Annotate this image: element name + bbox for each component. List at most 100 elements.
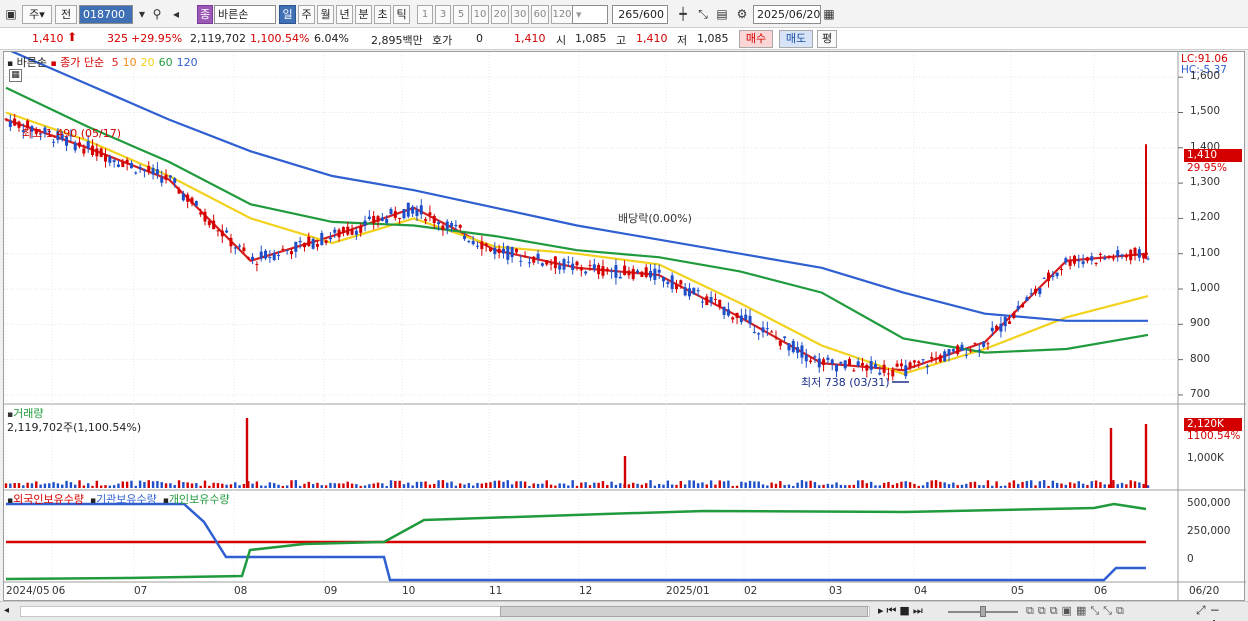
chart-tools-icon[interactable]: ⧉⧉⧉▣▦⤡⤡⧉ (1026, 604, 1128, 618)
sell-button[interactable]: 매도 (779, 30, 813, 48)
period-button-3[interactable]: 년 (336, 5, 353, 24)
candle-body (112, 160, 116, 162)
scope-button[interactable]: 전 (55, 5, 77, 24)
interval-button-6[interactable]: 60 (531, 5, 549, 24)
volume-bar (208, 485, 211, 488)
holdings-series-2[interactable]: 개인보유수량 (169, 493, 230, 506)
market-select[interactable]: 주▾ (22, 5, 52, 24)
legend-ma-4[interactable]: 120 (177, 56, 198, 69)
gear-icon[interactable]: ⚙ (733, 5, 751, 24)
candle-body (956, 345, 960, 354)
holdings-series-0[interactable]: 외국인보유수량 (13, 493, 84, 506)
candle-body (800, 345, 804, 358)
volume-bar (1142, 483, 1145, 488)
volume-bar (17, 483, 21, 488)
legend-ma-1[interactable]: 10 (123, 56, 137, 69)
legend-ma-2[interactable]: 20 (141, 56, 155, 69)
quote-bar: 1,410 ⬆ 325 +29.95% 2,119,702 1,100.54% … (0, 28, 1248, 50)
volume-bar (160, 482, 163, 488)
candle-body (216, 230, 220, 232)
holdings-series-1[interactable]: 기관보유수량 (96, 493, 157, 506)
interval-button-2[interactable]: 5 (453, 5, 469, 24)
stock-code-input[interactable]: 018700 (79, 5, 133, 24)
window-icon[interactable]: ▣ (2, 5, 20, 24)
calculator-icon[interactable]: ▦ (9, 69, 22, 82)
volume-bar (225, 484, 228, 488)
price-change: 325 (107, 32, 128, 45)
volume-bar (4, 483, 8, 488)
interval-input[interactable]: ▾ (572, 5, 608, 24)
volume-bar (692, 480, 695, 488)
playback-controls[interactable]: ▸⏮■⏭ (878, 604, 926, 618)
candle-body (1111, 258, 1115, 260)
scroll-left-icon[interactable]: ◂ (4, 605, 9, 616)
candle-body (212, 220, 216, 230)
period-button-0[interactable]: 일 (279, 5, 296, 24)
volume-bar (173, 484, 176, 488)
candle-body (458, 224, 462, 228)
candle-body (311, 238, 315, 249)
search-icon[interactable]: ⚲ (148, 5, 166, 24)
period-button-1[interactable]: 주 (298, 5, 315, 24)
candle-body (129, 162, 133, 169)
x-axis-label: 07 (134, 585, 148, 597)
volume-bar (657, 483, 661, 488)
chart-scrollbar[interactable]: ◂ ▸⏮■⏭ ⧉⧉⧉▣▦⤡⤡⧉ ⤢−+A (0, 601, 1248, 621)
volume-bar (56, 483, 60, 488)
candle-body (960, 344, 964, 351)
candle-body (428, 212, 432, 215)
x-axis-label: 12 (579, 585, 593, 597)
zoom-slider-handle[interactable] (980, 606, 986, 617)
speaker-icon[interactable]: ◂ (167, 5, 185, 24)
volume-bar (454, 485, 458, 488)
candle-body (415, 209, 419, 217)
period-button-4[interactable]: 분 (355, 5, 372, 24)
chart-area[interactable]: ▪ 바른손 ▪ 종가 단순 5 10 20 60 120 ▦ LC:91.06 HC:-… (3, 51, 1246, 601)
candle-body (566, 261, 570, 263)
stock-name-field[interactable]: 바른손 (214, 5, 276, 24)
volume-bar (74, 484, 77, 488)
volume-bar (1099, 482, 1102, 488)
save-icon[interactable]: ▤ (713, 5, 731, 24)
price-axis-label: 1,000 (1190, 282, 1221, 295)
interval-button-7[interactable]: 120 (551, 5, 573, 24)
volume-bar (1042, 480, 1046, 488)
volume-bar (502, 481, 505, 488)
interval-button-5[interactable]: 30 (511, 5, 529, 24)
candle-body (705, 296, 709, 306)
candle-body (1003, 316, 1007, 327)
zoom-controls-icon[interactable]: ⤢−+A (1196, 603, 1248, 621)
legend-ma-3[interactable]: 60 (159, 56, 173, 69)
eval-button[interactable]: 평 (817, 30, 837, 48)
candle-type-icon[interactable]: ┿ (674, 5, 692, 24)
candle-body (155, 169, 159, 175)
candle-body (809, 360, 813, 362)
calendar-icon[interactable]: ▦ (820, 5, 838, 24)
volume-bar (480, 483, 484, 488)
line-tool-icon[interactable]: ⤡ (694, 5, 712, 24)
buy-button[interactable]: 매수 (739, 30, 773, 48)
scroll-thumb[interactable] (500, 606, 868, 617)
volume-bar (86, 483, 90, 488)
date-field[interactable]: 2025/06/20 (753, 5, 821, 24)
interval-button-0[interactable]: 1 (417, 5, 433, 24)
volume-bar (467, 483, 471, 488)
hoga-label: 호가 (432, 34, 453, 47)
period-button-6[interactable]: 틱 (393, 5, 410, 24)
legend-ma-0[interactable]: 5 (112, 56, 119, 69)
period-button-2[interactable]: 월 (317, 5, 334, 24)
count-field[interactable]: 265/600 (612, 5, 668, 24)
interval-button-1[interactable]: 3 (435, 5, 451, 24)
volume-bar (1120, 482, 1124, 488)
volume-bar (774, 483, 778, 488)
hoga-price: 1,410 (514, 32, 546, 45)
interval-button-3[interactable]: 10 (471, 5, 489, 24)
volume-bar (705, 484, 708, 488)
period-button-5[interactable]: 초 (374, 5, 391, 24)
candle-body (1072, 255, 1076, 264)
interval-button-4[interactable]: 20 (491, 5, 509, 24)
candle-body (298, 240, 302, 243)
volume-bar (1034, 485, 1037, 488)
volume-bar (869, 481, 873, 488)
candle-body (186, 194, 190, 202)
